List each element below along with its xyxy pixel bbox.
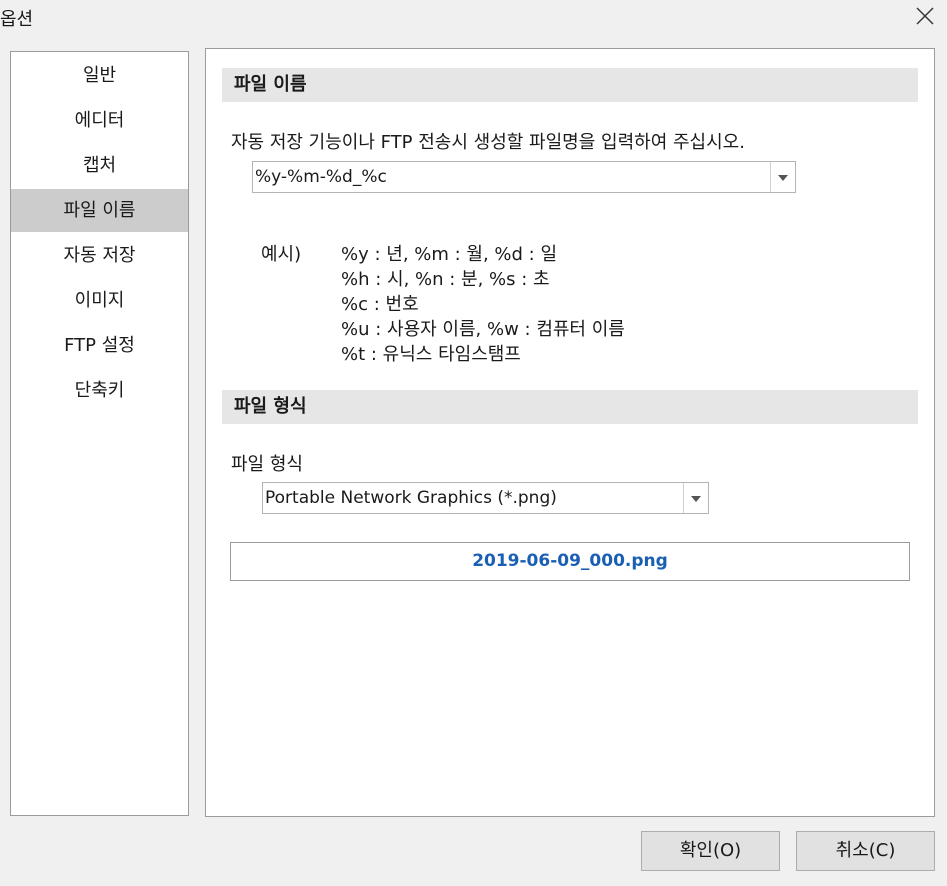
filename-preview: 2019-06-09_000.png [230, 542, 910, 581]
format-section-title: 파일 형식 [234, 396, 307, 417]
window-title: 옵션 [0, 9, 34, 30]
close-button[interactable] [913, 4, 937, 28]
filename-pattern-value[interactable]: %y-%m-%d_%c [253, 167, 387, 187]
sidebar-item-capture[interactable]: 캡처 [11, 144, 188, 187]
sidebar-item-editor[interactable]: 에디터 [11, 99, 188, 142]
format-section-header: 파일 형식 [222, 390, 918, 424]
filename-section-title: 파일 이름 [234, 74, 307, 95]
example-line-user: %u : 사용자 이름, %w : 컴퓨터 이름 [341, 319, 625, 340]
sidebar-item-shortcuts[interactable]: 단축키 [11, 369, 188, 412]
file-format-value[interactable]: Portable Network Graphics (*.png) [263, 488, 557, 508]
sidebar-item-image[interactable]: 이미지 [11, 279, 188, 322]
example-line-timestamp: %t : 유닉스 타임스탬프 [341, 344, 521, 365]
cancel-button[interactable]: 취소(C) [796, 831, 935, 871]
sidebar-item-general[interactable]: 일반 [11, 54, 188, 97]
example-line-date: %y : 년, %m : 월, %d : 일 [341, 244, 558, 265]
settings-panel: 파일 이름 자동 저장 기능이나 FTP 전송시 생성할 파일명을 입력하여 주… [205, 48, 935, 817]
chevron-down-icon[interactable] [683, 483, 708, 513]
sidebar-item-autosave[interactable]: 자동 저장 [11, 234, 188, 277]
sidebar-item-ftp[interactable]: FTP 설정 [11, 324, 188, 367]
close-icon [916, 7, 934, 25]
format-label: 파일 형식 [231, 454, 303, 475]
example-label: 예시) [261, 244, 302, 265]
filename-description: 자동 저장 기능이나 FTP 전송시 생성할 파일명을 입력하여 주십시오. [231, 132, 745, 153]
file-format-select[interactable]: Portable Network Graphics (*.png) [262, 482, 709, 514]
example-line-time: %h : 시, %n : 분, %s : 초 [341, 269, 550, 290]
chevron-down-icon[interactable] [770, 162, 795, 192]
filename-section-header: 파일 이름 [222, 68, 918, 102]
ok-button[interactable]: 확인(O) [641, 831, 780, 871]
example-line-number: %c : 번호 [341, 294, 419, 315]
sidebar-item-filename[interactable]: 파일 이름 [11, 189, 188, 232]
sidebar: 일반 에디터 캡처 파일 이름 자동 저장 이미지 FTP 설정 단축키 [10, 51, 189, 816]
filename-pattern-combobox[interactable]: %y-%m-%d_%c [252, 161, 796, 193]
